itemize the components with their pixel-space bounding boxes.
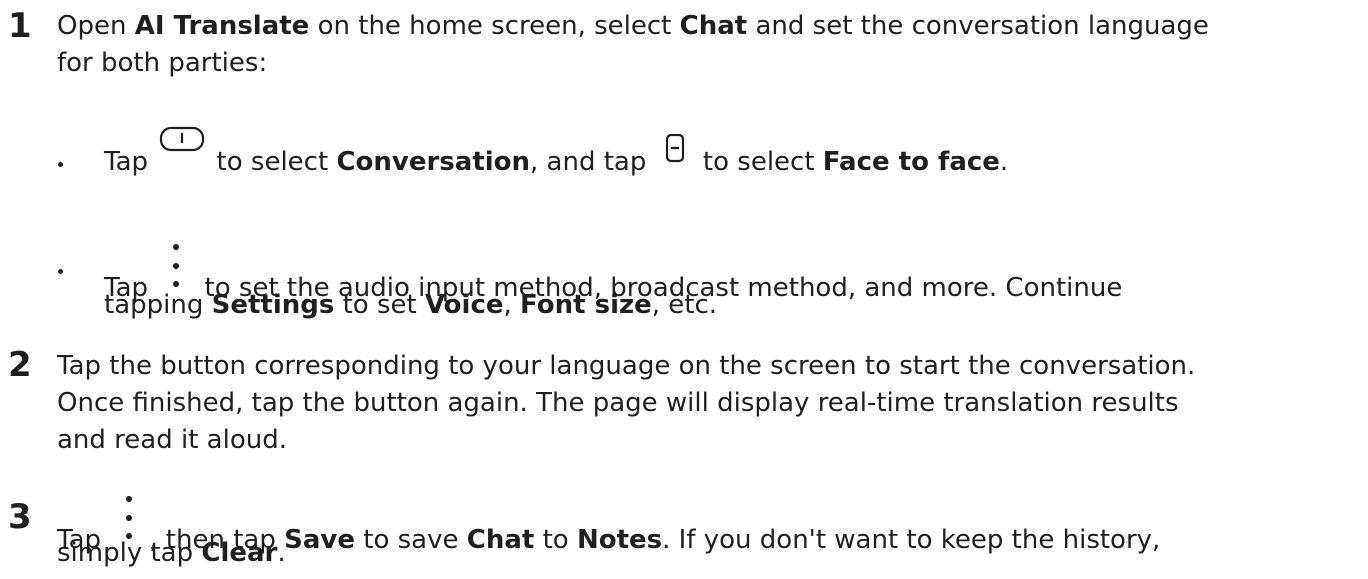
bullet-text-line: tapping Settings to set Voice, Font size… [104, 290, 718, 320]
bullet-text-line: Tap to select Conversation, and tap to s… [104, 126, 1008, 181]
conversation-mode-icon [156, 126, 208, 156]
app-name: AI Translate [134, 11, 310, 41]
step-text-line: Open AI Translate on the home screen, se… [57, 11, 1209, 41]
step-text-line: simply tap Clear. [57, 538, 286, 568]
step-text-line: for both parties: [57, 48, 268, 78]
step-text-line: Tap the button corresponding to your lan… [57, 351, 1196, 381]
bullet-dot [58, 162, 63, 167]
step-number: 2 [8, 345, 32, 385]
feature-name: Chat [679, 11, 748, 41]
step-number: 3 [8, 497, 32, 537]
bullet-dot [58, 269, 63, 274]
face-to-face-mode-icon [655, 134, 695, 164]
more-vertical-icon [156, 242, 196, 292]
step-number: 1 [8, 6, 32, 46]
step-text-line: Once finished, tap the button again. The… [57, 388, 1179, 418]
step-text-line: and read it aloud. [57, 425, 287, 455]
